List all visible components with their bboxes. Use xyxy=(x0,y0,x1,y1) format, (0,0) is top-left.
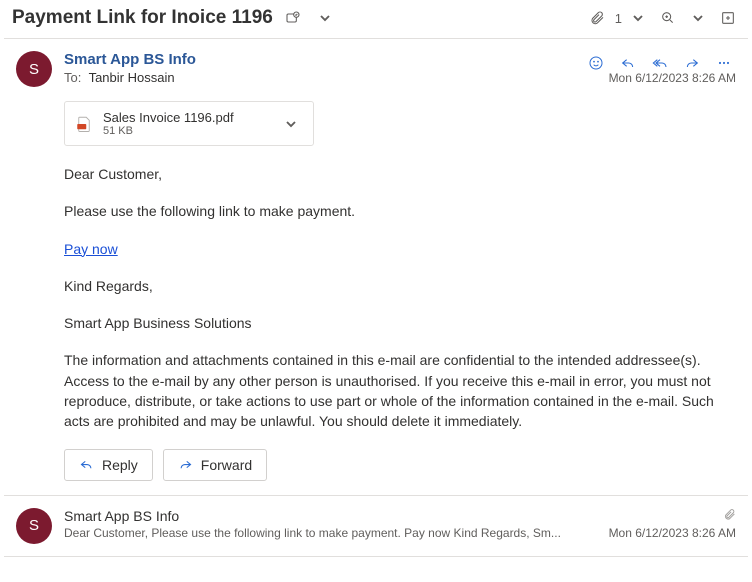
attachment-count: 1 xyxy=(615,11,622,26)
popout-icon[interactable] xyxy=(716,6,740,30)
reply-forward-row: Reply Forward xyxy=(64,449,736,481)
subject-bar: Payment Link for Inoice 1196 1 xyxy=(0,0,752,38)
attach-chevron-icon[interactable] xyxy=(626,6,650,30)
forward-icon[interactable] xyxy=(682,51,702,75)
more-icon[interactable] xyxy=(714,51,734,75)
attachment-chip[interactable]: Sales Invoice 1196.pdf 51 KB xyxy=(64,101,314,146)
reply-icon[interactable] xyxy=(618,51,638,75)
message-toolbar xyxy=(586,51,734,75)
collapsed-message[interactable]: S Smart App BS Info Dear Customer, Pleas… xyxy=(4,496,748,557)
forward-button-label: Forward xyxy=(201,457,252,473)
collapsed-date: Mon 6/12/2023 8:26 AM xyxy=(609,526,736,540)
message-body: Dear Customer, Please use the following … xyxy=(64,164,736,432)
payment-link[interactable]: Pay now xyxy=(64,241,118,257)
attachment-chevron-icon[interactable] xyxy=(279,112,303,136)
zoom-chevron-icon[interactable] xyxy=(686,6,710,30)
subject-text: Payment Link for Inoice 1196 xyxy=(12,7,273,29)
label-chevron-icon[interactable] xyxy=(313,6,337,30)
body-greeting: Dear Customer, xyxy=(64,164,724,184)
collapsed-sender: Smart App BS Info xyxy=(64,508,597,524)
collapsed-preview: Dear Customer, Please use the following … xyxy=(64,526,574,540)
forward-button[interactable]: Forward xyxy=(163,449,267,481)
label-icon[interactable] xyxy=(281,6,305,30)
attachment-name: Sales Invoice 1196.pdf xyxy=(103,110,269,125)
zoom-icon[interactable] xyxy=(656,6,680,30)
reply-button[interactable]: Reply xyxy=(64,449,153,481)
recipient-name: Tanbir Hossain xyxy=(89,70,175,85)
reply-all-icon[interactable] xyxy=(650,51,670,75)
avatar: S xyxy=(16,51,52,87)
body-regards: Kind Regards, xyxy=(64,276,724,296)
body-signature: Smart App Business Solutions xyxy=(64,313,724,333)
body-disclaimer: The information and attachments containe… xyxy=(64,350,724,431)
recipients: To: Tanbir Hossain xyxy=(64,70,609,85)
to-label: To: xyxy=(64,70,81,85)
react-icon[interactable] xyxy=(586,51,606,75)
attachment-icon[interactable] xyxy=(585,6,609,30)
attachment-size: 51 KB xyxy=(103,125,269,137)
message-card: S Smart App BS Info To: Tanbir Hossain M… xyxy=(4,38,748,496)
avatar: S xyxy=(16,508,52,544)
collapsed-attachment-icon xyxy=(609,508,736,524)
sender-name[interactable]: Smart App BS Info xyxy=(64,51,609,68)
pdf-icon xyxy=(75,115,93,133)
body-line1: Please use the following link to make pa… xyxy=(64,201,724,221)
reply-button-label: Reply xyxy=(102,457,138,473)
